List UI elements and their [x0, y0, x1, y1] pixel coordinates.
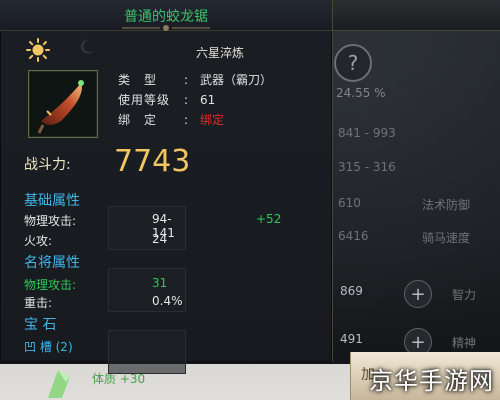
section-general: 名将属性	[24, 255, 80, 271]
basic-stat-row-1: 物理攻击: 94-141 +52	[24, 212, 281, 240]
basic-stat-row-2: 火攻: 24	[24, 232, 167, 249]
stat-label: 重击:	[24, 296, 53, 310]
tooltip-title-bar: 普通的蛟龙锯	[0, 0, 332, 31]
slot-count: 凹 槽 (2)	[24, 340, 73, 354]
gem-icon	[48, 370, 70, 398]
stat-bg-box-3	[108, 330, 186, 374]
bg-label-intelligence: 智力	[452, 288, 477, 302]
question-icon: ?	[347, 51, 359, 75]
attr-colon: :	[184, 73, 189, 87]
stat-value: 24	[152, 232, 168, 246]
bg-stat-7: 491	[340, 332, 363, 346]
background-header	[330, 0, 500, 31]
section-gem: 宝 石	[24, 317, 57, 333]
watermark: 京华手游网	[369, 367, 494, 395]
bg-stat-1: 24.55 %	[336, 86, 386, 100]
attr-key: 使用等级	[118, 93, 171, 107]
attribute-list: 类 型 : 武器（霸刀） 使用等级 : 61 绑 定 : 绑定	[118, 70, 272, 130]
combat-power-label: 战斗力:	[24, 157, 71, 173]
attr-colon: :	[184, 113, 189, 127]
bg-stat-3: 315 - 316	[338, 160, 396, 174]
item-name: 普通的蛟龙锯	[124, 9, 208, 25]
bg-stat-2: 841 - 993	[338, 126, 396, 140]
stat-bonus: +52	[256, 212, 282, 226]
plus-icon: +	[410, 331, 426, 353]
sun-icon	[26, 38, 50, 62]
attr-value: 绑定	[200, 113, 225, 127]
general-stat-row-1: 物理攻击: 31	[24, 276, 167, 293]
bg-stat-6: 869	[340, 284, 363, 298]
bg-label-spirit: 精神	[452, 336, 477, 350]
bg-label-mount-speed: 骑马速度	[422, 231, 471, 245]
attr-value: 武器（霸刀）	[200, 73, 273, 87]
item-icon-frame[interactable]	[28, 70, 98, 138]
moon-icon	[80, 39, 94, 54]
bg-stat-5: 6416	[338, 229, 369, 243]
section-basic: 基础属性	[24, 193, 80, 209]
bg-label-magic-def: 法术防御	[422, 198, 471, 212]
attr-key: 类 型	[118, 73, 158, 87]
attr-row-bind: 绑 定 : 绑定	[118, 110, 272, 130]
attr-row-type: 类 型 : 武器（霸刀）	[118, 70, 272, 90]
item-tooltip: 普通的蛟龙锯 六星淬炼 类 型: 武器（霸刀） 使用等级: 61 绑 定:…	[0, 0, 333, 374]
weapon-icon	[37, 80, 84, 134]
general-stat-row-2: 重击: 0.4%	[24, 294, 183, 311]
stat-value: 31	[152, 276, 168, 290]
stat-label: 火攻:	[24, 234, 53, 248]
attr-value: 61	[200, 93, 216, 107]
refine-level: 六星淬炼	[196, 46, 245, 60]
attr-row-level: 使用等级 : 61	[118, 90, 272, 110]
stat-label: 物理攻击:	[24, 214, 77, 228]
plus-icon: +	[410, 283, 426, 305]
bg-stat-4: 610	[338, 196, 361, 210]
stat-value: 0.4%	[152, 294, 183, 308]
stat-label: 物理攻击:	[24, 278, 77, 292]
attr-colon: :	[184, 93, 189, 107]
plus-button-1[interactable]: +	[404, 280, 432, 308]
ornament-icon	[122, 25, 210, 31]
combat-power-value: 7743	[114, 144, 191, 179]
help-button[interactable]: ?	[334, 44, 372, 82]
attr-key: 绑 定	[118, 113, 158, 127]
